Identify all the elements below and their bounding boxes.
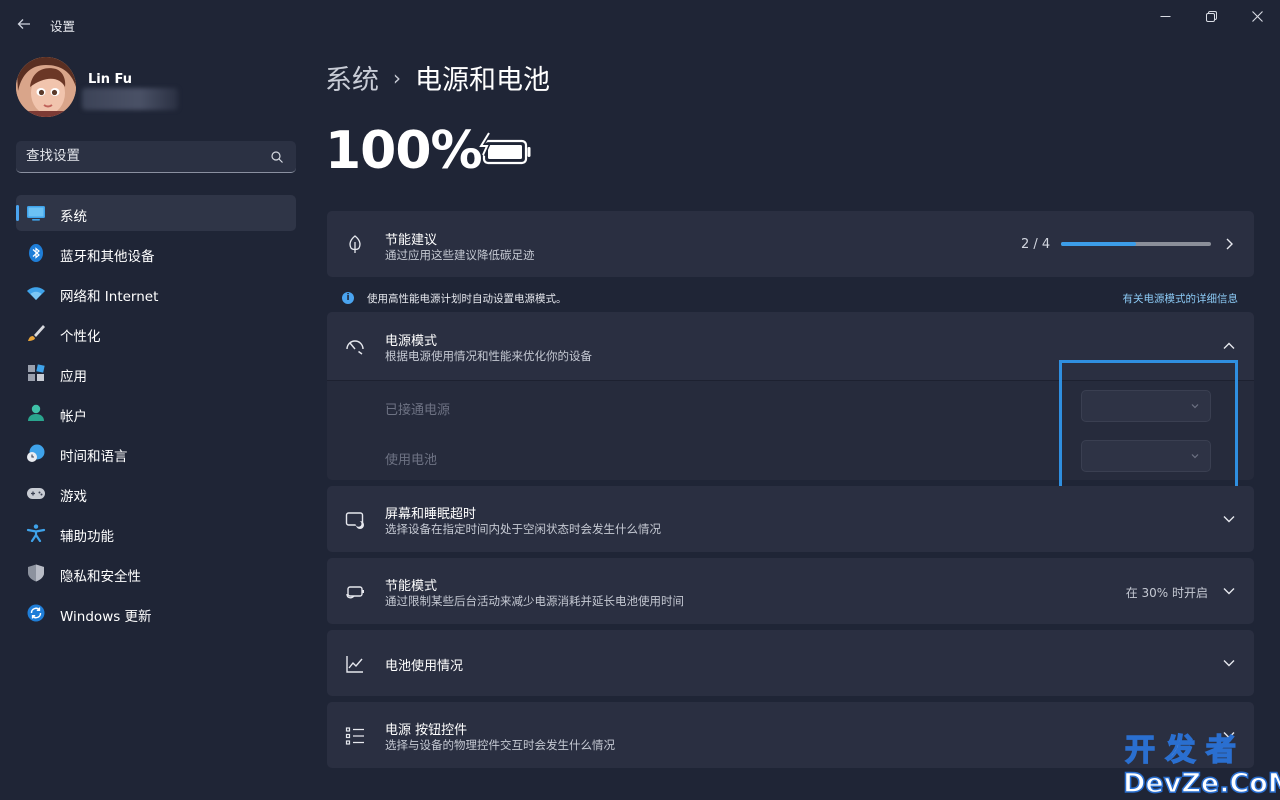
card-title: 电源 按钮控件: [385, 723, 468, 738]
title-bar: 设置: [0, 0, 1280, 48]
sidebar-item-label: 时间和语言: [60, 449, 128, 465]
sidebar-item-label: 游戏: [60, 489, 87, 505]
globe-clock-icon: [27, 444, 45, 462]
speedometer-icon: [346, 340, 364, 355]
avatar[interactable]: [16, 57, 76, 117]
maximize-button[interactable]: [1188, 0, 1234, 32]
battery-usage-card[interactable]: 电池使用情况: [327, 630, 1254, 696]
progress-fill: [1061, 242, 1136, 246]
sidebar-item-time-language[interactable]: 时间和语言: [16, 435, 296, 471]
info-bar: i 使用高性能电源计划时自动设置电源模式。 有关电源模式的详细信息: [327, 285, 1254, 311]
card-title: 节能模式: [385, 579, 438, 594]
search-input[interactable]: [26, 148, 256, 164]
card-subtitle: 根据电源使用情况和性能来优化你的设备: [385, 349, 592, 363]
list-icon: [345, 727, 364, 745]
card-subtitle: 选择设备在指定时间内处于空闲状态时会发生什么情况: [385, 522, 661, 536]
user-name: Lin Fu: [88, 72, 133, 87]
sidebar-item-label: 蓝牙和其他设备: [60, 249, 155, 265]
back-button[interactable]: [10, 10, 38, 38]
sidebar-item-label: 系统: [60, 209, 87, 225]
on-battery-label: 使用电池: [385, 453, 438, 468]
sidebar-item-label: 帐户: [60, 409, 87, 425]
bluetooth-icon: [29, 244, 43, 262]
card-subtitle: 通过限制某些后台活动来减少电源消耗并延长电池使用时间: [385, 594, 684, 608]
sidebar-item-label: 隐私和安全性: [60, 569, 141, 585]
search-icon[interactable]: [270, 150, 284, 164]
sidebar-item-windows-update[interactable]: Windows 更新: [16, 595, 296, 631]
breadcrumb-separator: ›: [393, 65, 401, 90]
monitor-icon: [27, 206, 45, 221]
restore-icon: [1205, 10, 1217, 22]
info-icon: i: [342, 292, 354, 304]
devze-watermark: 开 发 者 DevZe.CoM: [1122, 732, 1280, 800]
card-title: 电池使用情况: [385, 659, 464, 674]
sidebar-item-bluetooth[interactable]: 蓝牙和其他设备: [16, 235, 296, 271]
battery-saver-status: 在 30% 时开启: [1125, 586, 1208, 600]
breadcrumb-parent[interactable]: 系统: [325, 58, 379, 97]
power-buttons-card[interactable]: 电源 按钮控件 选择与设备的物理控件交互时会发生什么情况: [327, 702, 1254, 768]
person-icon: [28, 404, 44, 421]
minimize-button[interactable]: [1142, 0, 1188, 32]
minimize-icon: [1160, 15, 1170, 17]
accessibility-icon: [26, 524, 46, 542]
sidebar-item-privacy[interactable]: 隐私和安全性: [16, 555, 296, 591]
battery-saver-icon: [346, 586, 364, 599]
sidebar-nav: 系统 蓝牙和其他设备 网络和 Internet 个性化 应用 帐户 时间和语言 …: [16, 195, 296, 635]
highlight-annotation: [1059, 360, 1238, 494]
brush-icon: [28, 325, 45, 341]
card-title: 屏幕和睡眠超时: [385, 507, 477, 522]
chevron-up-icon[interactable]: [1222, 339, 1236, 353]
line-chart-icon: [346, 656, 363, 673]
energy-recommendations-card[interactable]: 节能建议 通过应用这些建议降低碳足迹 2 / 4: [327, 211, 1254, 277]
sidebar-item-system[interactable]: 系统: [16, 195, 296, 231]
plugged-in-label: 已接通电源: [385, 403, 451, 418]
avatar-image: [16, 57, 76, 117]
battery-charging-icon: [478, 132, 531, 165]
watermark-line1: 开 发 者: [1125, 733, 1236, 768]
screen-sleep-card[interactable]: 屏幕和睡眠超时 选择设备在指定时间内处于空闲状态时会发生什么情况: [327, 486, 1254, 552]
power-mode-details-link[interactable]: 有关电源模式的详细信息: [1123, 291, 1239, 306]
sidebar-item-label: Windows 更新: [60, 609, 152, 625]
app-title: 设置: [50, 19, 76, 34]
progress-bar: [1061, 242, 1211, 246]
chevron-down-icon[interactable]: [1222, 656, 1236, 670]
wifi-icon: [27, 287, 45, 300]
close-button[interactable]: [1234, 0, 1280, 32]
card-subtitle: 选择与设备的物理控件交互时会发生什么情况: [385, 738, 615, 752]
page-title: 电源和电池: [415, 65, 550, 96]
leaf-icon: [349, 235, 361, 253]
chevron-right-icon: [1226, 238, 1233, 250]
sidebar-item-accounts[interactable]: 帐户: [16, 395, 296, 431]
card-title: 电源模式: [385, 334, 438, 349]
apps-icon: [28, 364, 45, 381]
breadcrumb: 系统 › 电源和电池: [325, 58, 550, 97]
screen-sleep-icon: [345, 512, 364, 529]
search-box[interactable]: [16, 141, 296, 173]
progress-text: 2 / 4: [1021, 237, 1051, 252]
back-arrow-icon: [17, 19, 30, 29]
gamepad-icon: [27, 488, 45, 499]
card-subtitle: 通过应用这些建议降低碳足迹: [385, 248, 535, 262]
chevron-down-icon[interactable]: [1222, 512, 1236, 526]
chevron-down-icon[interactable]: [1222, 584, 1236, 598]
battery-saver-card[interactable]: 节能模式 通过限制某些后台活动来减少电源消耗并延长电池使用时间 在 30% 时开…: [327, 558, 1254, 624]
shield-icon: [28, 564, 44, 582]
sidebar-item-gaming[interactable]: 游戏: [16, 475, 296, 511]
info-text: 使用高性能电源计划时自动设置电源模式。: [367, 293, 567, 305]
sidebar-item-label: 个性化: [60, 329, 101, 345]
sidebar-item-network[interactable]: 网络和 Internet: [16, 275, 296, 311]
watermark-line2: DevZe.CoM: [1123, 768, 1280, 799]
sidebar-item-label: 应用: [60, 369, 87, 385]
battery-percentage: 100%: [325, 121, 483, 181]
update-icon: [27, 604, 45, 622]
sidebar-item-accessibility[interactable]: 辅助功能: [16, 515, 296, 551]
sidebar-item-apps[interactable]: 应用: [16, 355, 296, 391]
sidebar-item-personalization[interactable]: 个性化: [16, 315, 296, 351]
sidebar-item-label: 网络和 Internet: [60, 289, 159, 305]
close-icon: [1251, 10, 1263, 22]
sidebar-item-label: 辅助功能: [60, 529, 114, 545]
user-email-redacted: [82, 88, 178, 110]
card-title: 节能建议: [385, 233, 438, 248]
